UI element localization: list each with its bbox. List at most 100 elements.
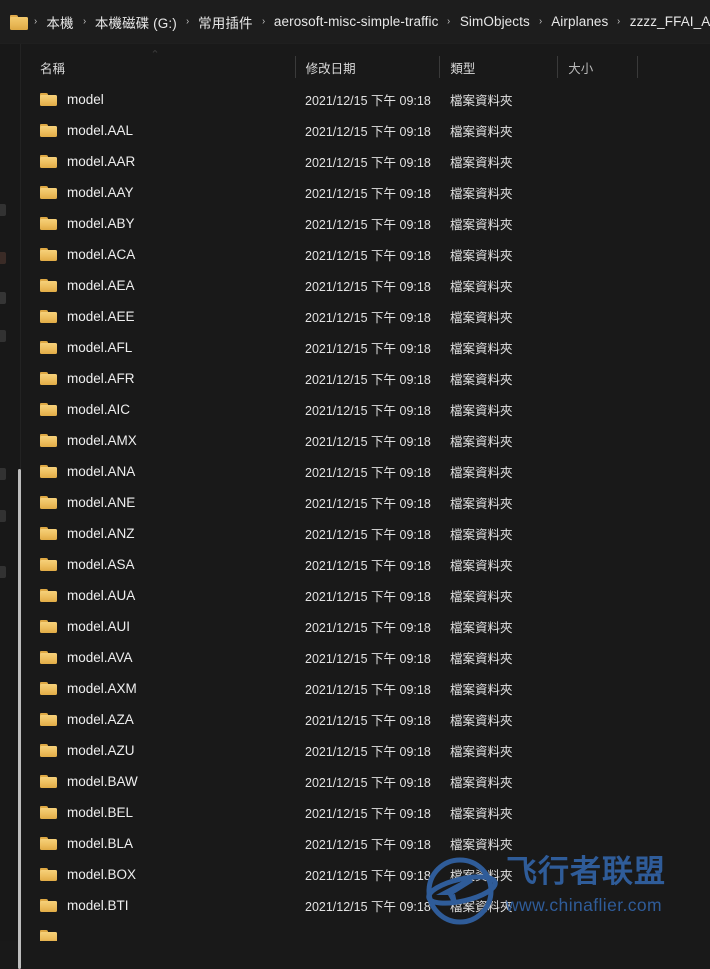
- file-name-cell[interactable]: model.AFR: [22, 371, 295, 386]
- table-row[interactable]: model.AAL 2021/12/15 下午 09:18 檔案資料夾: [22, 115, 688, 146]
- table-row[interactable]: model.BEL 2021/12/15 下午 09:18 檔案資料夾: [22, 797, 688, 828]
- type-cell: 檔案資料夾: [450, 745, 513, 759]
- vertical-scrollbar[interactable]: [8, 44, 21, 969]
- table-row[interactable]: model.BAW 2021/12/15 下午 09:18 檔案資料夾: [22, 766, 688, 797]
- file-name-cell[interactable]: model.ABY: [22, 216, 295, 231]
- file-name-label: model.ASA: [67, 557, 135, 572]
- breadcrumb-item-1[interactable]: 本機磁碟 (G:): [90, 9, 182, 35]
- table-row[interactable]: model.AZA 2021/12/15 下午 09:18 檔案資料夾: [22, 704, 688, 735]
- breadcrumb-item-5[interactable]: Airplanes: [546, 11, 613, 32]
- table-row[interactable]: model.AXM 2021/12/15 下午 09:18 檔案資料夾: [22, 673, 688, 704]
- table-row[interactable]: model.AFR 2021/12/15 下午 09:18 檔案資料夾: [22, 363, 688, 394]
- file-name-cell[interactable]: model.AAL: [22, 123, 295, 138]
- table-row[interactable]: model.ACA 2021/12/15 下午 09:18 檔案資料夾: [22, 239, 688, 270]
- type-cell: 檔案資料夾: [450, 218, 513, 232]
- file-name-cell[interactable]: model.ANA: [22, 464, 295, 479]
- table-row[interactable]: model.ANE 2021/12/15 下午 09:18 檔案資料夾: [22, 487, 688, 518]
- column-header-date-modified[interactable]: 修改日期: [294, 56, 440, 78]
- table-row[interactable]: model.AAR 2021/12/15 下午 09:18 檔案資料夾: [22, 146, 688, 177]
- file-name-cell[interactable]: model.AZU: [22, 743, 295, 758]
- file-name-cell[interactable]: model.AIC: [22, 402, 295, 417]
- date-modified-cell: 2021/12/15 下午 09:18: [305, 714, 431, 728]
- breadcrumb-separator: ›: [261, 16, 265, 27]
- file-name-cell[interactable]: model.ASA: [22, 557, 295, 572]
- table-row[interactable]: model.AEE 2021/12/15 下午 09:18 檔案資料夾: [22, 301, 688, 332]
- table-row[interactable]: model.AFL 2021/12/15 下午 09:18 檔案資料夾: [22, 332, 688, 363]
- table-row[interactable]: [22, 921, 688, 941]
- table-row[interactable]: model.AUI 2021/12/15 下午 09:18 檔案資料夾: [22, 611, 688, 642]
- folder-icon: [40, 836, 57, 851]
- date-modified-cell: 2021/12/15 下午 09:18: [305, 94, 431, 108]
- file-name-label: model.BLA: [67, 836, 134, 851]
- type-cell: 檔案資料夾: [450, 776, 513, 790]
- type-cell: 檔案資料夾: [450, 466, 513, 480]
- table-row[interactable]: model.AAY 2021/12/15 下午 09:18 檔案資料夾: [22, 177, 688, 208]
- table-row[interactable]: model.BLA 2021/12/15 下午 09:18 檔案資料夾: [22, 828, 688, 859]
- breadcrumb-separator: ›: [185, 16, 189, 27]
- file-name-cell[interactable]: model.BEL: [22, 805, 295, 820]
- file-name-cell[interactable]: model.AUI: [22, 619, 295, 634]
- table-row[interactable]: model.ANA 2021/12/15 下午 09:18 檔案資料夾: [22, 456, 688, 487]
- file-name-cell[interactable]: model.AXM: [22, 681, 295, 696]
- breadcrumb-item-4[interactable]: SimObjects: [455, 11, 535, 32]
- file-name-label: model.AFL: [67, 340, 133, 355]
- date-modified-cell: 2021/12/15 下午 09:18: [305, 838, 431, 852]
- breadcrumb-separator: ›: [447, 16, 451, 27]
- file-name-cell[interactable]: model.AEE: [22, 309, 295, 324]
- table-row[interactable]: model.ABY 2021/12/15 下午 09:18 檔案資料夾: [22, 208, 688, 239]
- file-name-cell[interactable]: model.AAR: [22, 154, 295, 169]
- breadcrumb-item-2[interactable]: 常用插件: [193, 9, 257, 35]
- table-row[interactable]: model.BTI 2021/12/15 下午 09:18 檔案資料夾: [22, 890, 688, 921]
- column-header-size[interactable]: 大小: [557, 56, 637, 78]
- file-name-label: model.BTI: [67, 898, 129, 913]
- file-name-cell[interactable]: model.AMX: [22, 433, 295, 448]
- table-row[interactable]: model.ASA 2021/12/15 下午 09:18 檔案資料夾: [22, 549, 688, 580]
- file-name-cell[interactable]: model.AFL: [22, 340, 295, 355]
- file-name-cell[interactable]: model.BOX: [22, 867, 295, 882]
- address-bar[interactable]: › 本機 › 本機磁碟 (G:) › 常用插件 › aerosoft-misc-…: [0, 0, 710, 44]
- folder-icon: [40, 588, 57, 603]
- file-name-cell[interactable]: model.AZA: [22, 712, 295, 727]
- folder-icon: [40, 433, 57, 448]
- type-cell: 檔案資料夾: [450, 590, 513, 604]
- file-name-cell[interactable]: [22, 929, 295, 941]
- table-row[interactable]: model.AMX 2021/12/15 下午 09:18 檔案資料夾: [22, 425, 688, 456]
- file-name-cell[interactable]: model.ANE: [22, 495, 295, 510]
- table-row[interactable]: model.BOX 2021/12/15 下午 09:18 檔案資料夾: [22, 859, 688, 890]
- type-cell: 檔案資料夾: [450, 404, 513, 418]
- table-row[interactable]: model.AIC 2021/12/15 下午 09:18 檔案資料夾: [22, 394, 688, 425]
- file-name-cell[interactable]: model.AAY: [22, 185, 295, 200]
- table-row[interactable]: model 2021/12/15 下午 09:18 檔案資料夾: [22, 84, 688, 115]
- breadcrumb-item-6[interactable]: zzzz_FFAI_A20N: [625, 11, 710, 32]
- scrollbar-thumb[interactable]: [18, 469, 21, 969]
- column-header-name[interactable]: 名稱: [22, 56, 295, 78]
- file-explorer-window: › 本機 › 本機磁碟 (G:) › 常用插件 › aerosoft-misc-…: [0, 0, 710, 969]
- file-name-cell[interactable]: model.ANZ: [22, 526, 295, 541]
- file-name-cell[interactable]: model.AUA: [22, 588, 295, 603]
- breadcrumb-item-3[interactable]: aerosoft-misc-simple-traffic: [269, 11, 444, 32]
- folder-icon: [40, 867, 57, 882]
- table-row[interactable]: model.AUA 2021/12/15 下午 09:18 檔案資料夾: [22, 580, 688, 611]
- type-cell: 檔案資料夾: [450, 94, 513, 108]
- table-row[interactable]: model.AEA 2021/12/15 下午 09:18 檔案資料夾: [22, 270, 688, 301]
- table-row[interactable]: model.AVA 2021/12/15 下午 09:18 檔案資料夾: [22, 642, 688, 673]
- file-name-label: model.AAL: [67, 123, 134, 138]
- file-list[interactable]: model 2021/12/15 下午 09:18 檔案資料夾 model.AAL 20…: [22, 84, 688, 941]
- type-cell: 檔案資料夾: [450, 838, 513, 852]
- file-name-label: model.BEL: [67, 805, 134, 820]
- date-modified-cell: 2021/12/15 下午 09:18: [305, 342, 431, 356]
- breadcrumb-item-0[interactable]: 本機: [41, 9, 78, 35]
- file-name-cell[interactable]: model: [22, 92, 295, 107]
- file-name-cell[interactable]: model.AVA: [22, 650, 295, 665]
- file-name-cell[interactable]: model.BTI: [22, 898, 295, 913]
- table-row[interactable]: model.AZU 2021/12/15 下午 09:18 檔案資料夾: [22, 735, 688, 766]
- nav-ghost-icon: [0, 204, 6, 216]
- file-name-cell[interactable]: model.BAW: [22, 774, 295, 789]
- file-name-cell[interactable]: model.AEA: [22, 278, 295, 293]
- column-header-type[interactable]: 類型: [439, 56, 557, 78]
- file-name-cell[interactable]: model.BLA: [22, 836, 295, 851]
- date-modified-cell: 2021/12/15 下午 09:18: [305, 156, 431, 170]
- file-name-cell[interactable]: model.ACA: [22, 247, 295, 262]
- date-modified-cell: 2021/12/15 下午 09:18: [305, 807, 431, 821]
- table-row[interactable]: model.ANZ 2021/12/15 下午 09:18 檔案資料夾: [22, 518, 688, 549]
